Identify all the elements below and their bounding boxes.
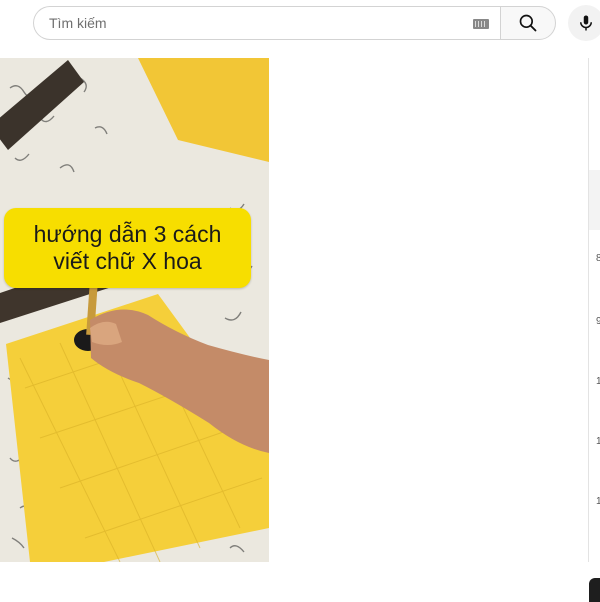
sidebar-highlight <box>589 170 600 230</box>
search-icon <box>519 14 537 32</box>
right-sidebar-edge[interactable]: 8 9 1 1 1 <box>588 58 600 562</box>
video-caption: hướng dẫn 3 cách viết chữ X hoa <box>4 208 251 288</box>
keyboard-icon[interactable] <box>473 19 489 29</box>
sidebar-number: 1 <box>596 496 600 507</box>
search-input[interactable] <box>47 14 451 32</box>
caption-line-1: hướng dẫn 3 cách <box>33 221 222 247</box>
sidebar-number: 9 <box>596 316 600 327</box>
mic-icon <box>580 15 592 31</box>
caption-line-2: viết chữ X hoa <box>53 248 202 274</box>
search-box[interactable] <box>33 6 501 40</box>
sidebar-number: 1 <box>596 376 600 387</box>
voice-search-button[interactable] <box>568 5 600 41</box>
calligraphy-scene <box>0 58 269 562</box>
corner-element[interactable] <box>589 578 600 602</box>
video-thumbnail[interactable]: hướng dẫn 3 cách viết chữ X hoa <box>0 58 269 562</box>
sidebar-number: 1 <box>596 436 600 447</box>
search-button[interactable] <box>500 6 556 40</box>
sidebar-number: 8 <box>596 253 600 264</box>
